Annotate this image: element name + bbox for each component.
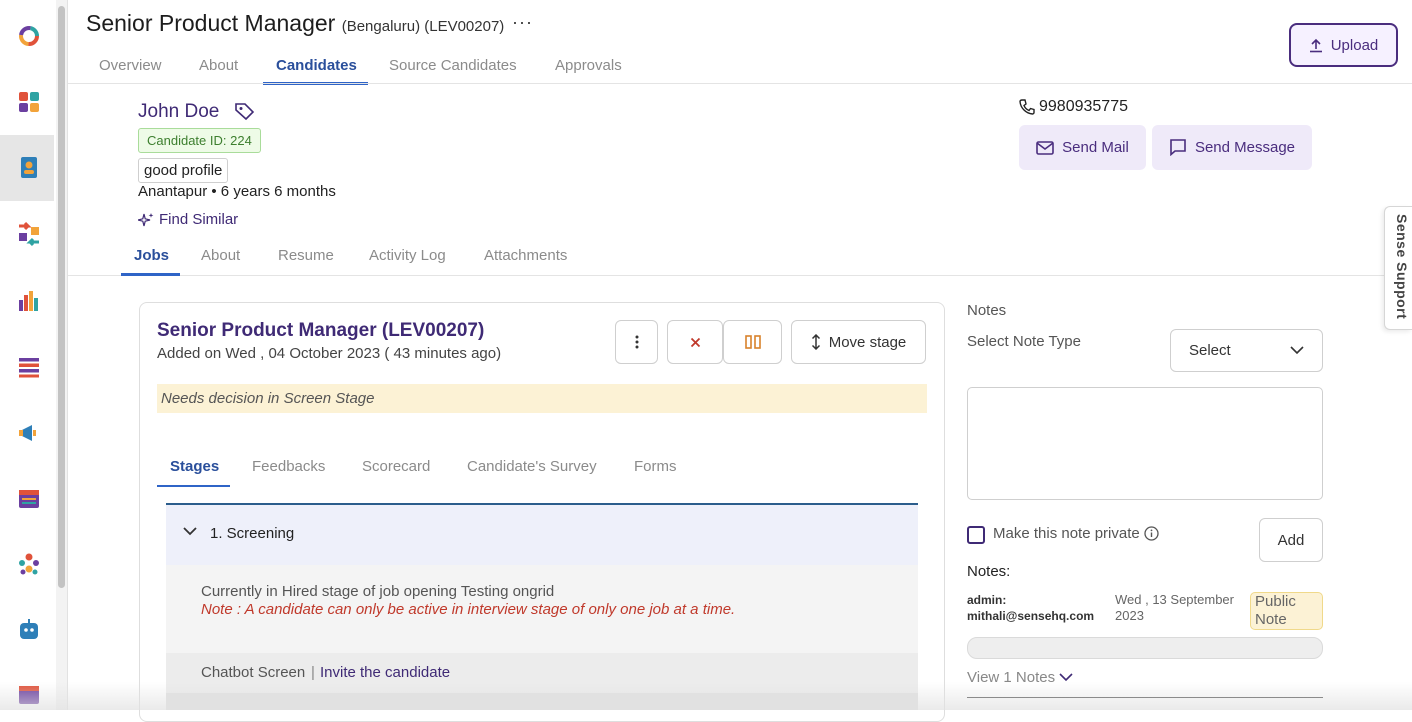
tab-activity-log[interactable]: Activity Log: [369, 247, 446, 264]
job-more-button[interactable]: [615, 320, 658, 364]
tab-stages[interactable]: Stages: [170, 458, 219, 475]
more-options-button[interactable]: ···: [512, 12, 533, 33]
people-icon[interactable]: [16, 551, 42, 577]
tab-candidate-about[interactable]: About: [201, 247, 240, 264]
add-note-button[interactable]: Add: [1259, 518, 1323, 562]
send-message-label: Send Message: [1194, 139, 1296, 156]
pause-icon: [744, 335, 761, 349]
stage-note-text: Note : A candidate can only be active in…: [201, 601, 736, 618]
upload-icon: [1309, 38, 1322, 52]
chevron-down-icon[interactable]: [183, 526, 197, 536]
job-card-title[interactable]: Senior Product Manager (LEV00207): [157, 320, 484, 342]
chatbot-screen-label: Chatbot Screen: [201, 664, 306, 681]
tab-jobs[interactable]: Jobs: [134, 247, 169, 264]
move-stage-button[interactable]: Move stage: [791, 320, 926, 364]
bar-chart-icon[interactable]: [16, 288, 42, 314]
arrows-exchange-icon[interactable]: [16, 221, 42, 247]
note-type-value: Select: [1189, 342, 1231, 359]
megaphone-icon[interactable]: [16, 420, 42, 446]
tab-scorecard[interactable]: Scorecard: [362, 458, 430, 475]
candidate-location-experience: Anantapur • 6 years 6 months: [138, 183, 336, 200]
phone-icon: [1019, 99, 1035, 115]
tag-icon[interactable]: [234, 102, 256, 122]
find-similar-label: Find Similar: [159, 211, 239, 228]
tab-resume[interactable]: Resume: [278, 247, 334, 264]
hold-button[interactable]: [723, 320, 782, 364]
job-subtitle: (Bengaluru) (LEV00207): [341, 18, 505, 35]
tab-source-candidates[interactable]: Source Candidates: [389, 57, 517, 74]
tab-overview[interactable]: Overview: [99, 57, 162, 74]
bot-icon[interactable]: [16, 617, 42, 643]
private-note-label: Make this note private: [993, 525, 1159, 542]
tab-about[interactable]: About: [199, 57, 238, 74]
sidebar-scrollbar-thumb[interactable]: [58, 6, 65, 588]
header-divider: [68, 83, 1412, 84]
note-author: admin: mithali@sensehq.com: [967, 593, 1095, 623]
stage-status-text: Currently in Hired stage of job opening …: [201, 583, 555, 600]
tab-attachments[interactable]: Attachments: [484, 247, 567, 264]
vertical-dots-icon: [635, 335, 638, 349]
private-note-text: Make this note private: [993, 525, 1140, 542]
private-note-checkbox[interactable]: [967, 526, 985, 544]
note-type-select[interactable]: Select: [1170, 329, 1323, 372]
phone-number: 9980935775: [1039, 98, 1128, 115]
vertical-arrows-icon: [811, 334, 820, 350]
candidate-tabs-divider: [68, 275, 1412, 276]
tab-candidates-survey[interactable]: Candidate's Survey: [467, 458, 597, 475]
tab-forms[interactable]: Forms: [634, 458, 677, 475]
tab-candidates[interactable]: Candidates: [276, 57, 357, 74]
upload-label: Upload: [1330, 36, 1379, 54]
candidate-name[interactable]: John Doe: [138, 101, 219, 123]
candidate-profile-icon[interactable]: [16, 155, 42, 181]
stage-title: 1. Screening: [210, 525, 295, 542]
notes-title: Notes: [967, 302, 1007, 319]
send-mail-button[interactable]: Send Mail: [1019, 125, 1146, 170]
send-message-button[interactable]: Send Message: [1152, 125, 1312, 170]
invite-candidate-link[interactable]: Invite the candidate: [320, 664, 450, 681]
candidate-phone[interactable]: 9980935775: [1019, 98, 1128, 116]
tab-approvals[interactable]: Approvals: [555, 57, 622, 74]
info-icon[interactable]: [1144, 526, 1159, 541]
support-tab-label: Sense Support: [1394, 214, 1410, 320]
chat-icon: [1170, 139, 1186, 156]
reject-button[interactable]: [667, 320, 723, 364]
chevron-down-icon: [1290, 346, 1304, 355]
note-date: Wed , 13 September 2023: [1115, 592, 1234, 623]
note-visibility-badge: Public Note: [1250, 592, 1323, 630]
note-textarea[interactable]: [967, 387, 1323, 500]
stage-active-tab-indicator: [157, 485, 230, 487]
candidate-tag[interactable]: good profile: [138, 158, 229, 183]
upload-button[interactable]: Upload: [1289, 23, 1398, 67]
candidate-id-badge: Candidate ID: 224: [138, 128, 261, 153]
candidate-active-tab-indicator: [121, 273, 180, 276]
job-title-text: Senior Product Manager: [86, 10, 336, 36]
chevron-down-icon: [1059, 673, 1073, 682]
move-stage-label: Move stage: [828, 333, 907, 351]
sidebar: [0, 0, 56, 710]
send-mail-label: Send Mail: [1062, 139, 1129, 156]
sparkle-icon: [138, 212, 154, 226]
tab-feedbacks[interactable]: Feedbacks: [252, 458, 325, 475]
page-title: Senior Product Manager (Bengaluru) (LEV0…: [86, 10, 504, 37]
logo-ring-icon[interactable]: [16, 23, 42, 49]
note-content-bar: [967, 637, 1323, 659]
bottom-fade: [0, 682, 1412, 710]
notes-list-label: Notes:: [967, 563, 1011, 580]
close-icon: [690, 337, 700, 347]
list-icon[interactable]: [16, 354, 42, 380]
note-type-label: Select Note Type: [967, 333, 1081, 350]
find-similar-link[interactable]: Find Similar: [138, 211, 238, 228]
chatbot-separator: |: [311, 664, 315, 681]
calendar-icon[interactable]: [16, 485, 42, 511]
dashboard-grid-icon[interactable]: [16, 89, 42, 115]
mail-icon: [1036, 140, 1054, 155]
decision-banner: Needs decision in Screen Stage: [157, 384, 927, 413]
job-added-date: Added on Wed , 04 October 2023 ( 43 minu…: [157, 345, 502, 362]
